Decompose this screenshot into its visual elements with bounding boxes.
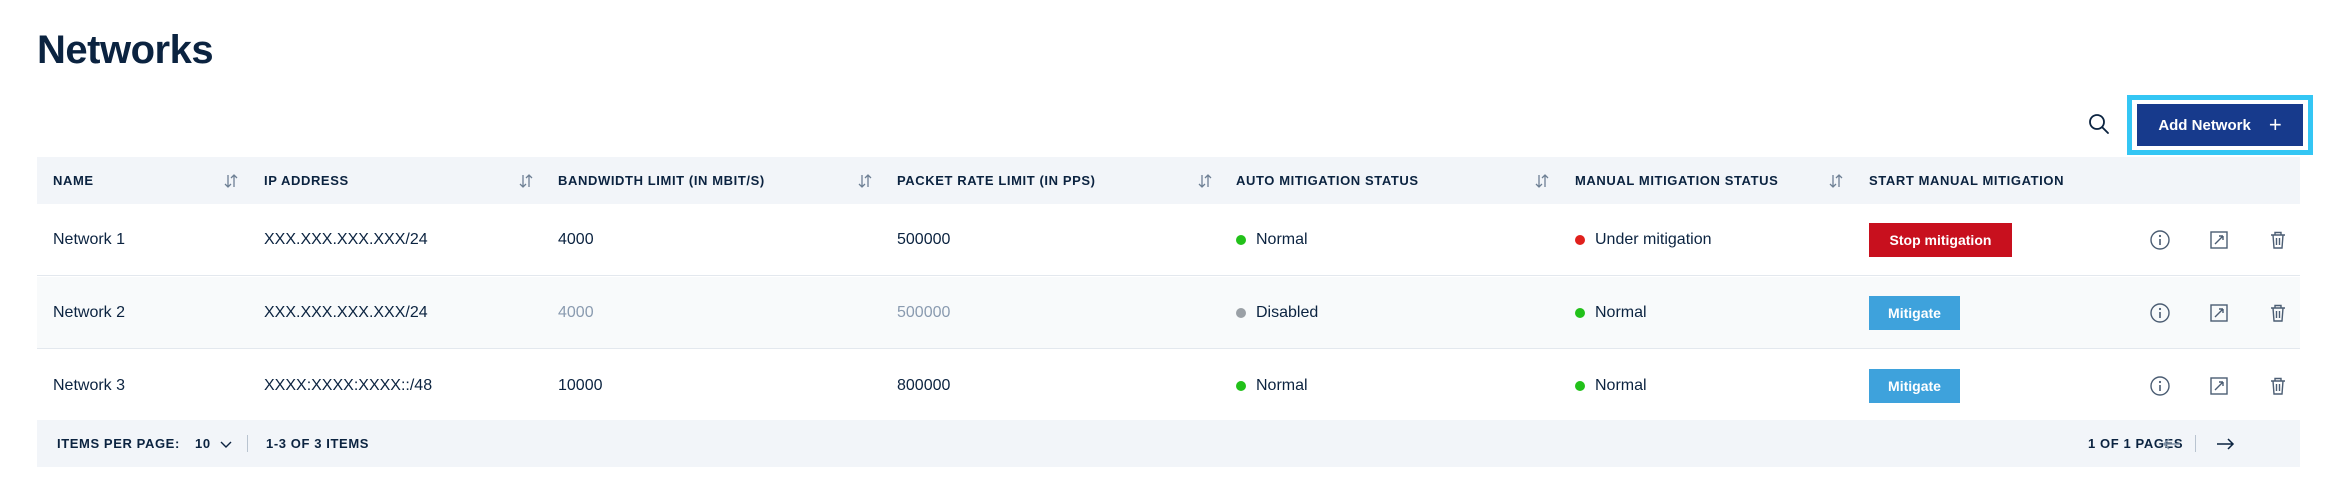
add-network-button[interactable]: Add Network + (2137, 104, 2303, 146)
status-dot (1575, 381, 1585, 391)
manual-mitigation-status: Normal (1575, 277, 1647, 349)
column-header-bandwidth[interactable]: BANDWIDTH LIMIT (IN MBIT/S) (558, 157, 765, 204)
network-name: Network 3 (53, 377, 126, 394)
info-icon[interactable] (2148, 228, 2172, 252)
items-per-page-select[interactable]: 10 (195, 420, 233, 467)
trash-icon[interactable] (2266, 228, 2290, 252)
auto-mitigation-status: Normal (1236, 350, 1308, 422)
divider (247, 435, 248, 452)
mitigate-button[interactable]: Mitigate (1869, 369, 1960, 403)
auto-mitigation-status: Normal (1236, 204, 1308, 276)
table-row: Network 2 XXX.XXX.XXX.XXX/24 4000 500000… (37, 277, 2300, 349)
bandwidth-limit: 10000 (558, 377, 603, 394)
sort-icon[interactable] (1534, 173, 1550, 189)
column-header-packet-rate[interactable]: PACKET RATE LIMIT (IN PPS) (897, 157, 1096, 204)
ip-address: XXXX:XXXX:XXXX::/48 (264, 377, 433, 394)
bandwidth-limit: 4000 (558, 304, 594, 321)
pagination-bar: ITEMS PER PAGE: 10 1-3 OF 3 ITEMS 1 OF 1… (37, 420, 2300, 467)
plus-icon: + (2268, 112, 2282, 137)
packet-rate-limit: 500000 (897, 304, 951, 321)
network-name: Network 2 (53, 304, 126, 321)
status-dot (1575, 308, 1585, 318)
next-page-button[interactable] (2215, 420, 2235, 467)
info-icon[interactable] (2148, 301, 2172, 325)
column-header-auto-mitigation[interactable]: AUTO MITIGATION STATUS (1236, 157, 1419, 204)
manual-mitigation-status: Under mitigation (1575, 204, 1712, 276)
packet-rate-limit: 800000 (897, 377, 951, 394)
column-header-manual-mitigation[interactable]: MANUAL MITIGATION STATUS (1575, 157, 1778, 204)
status-dot (1236, 308, 1246, 318)
sort-icon[interactable] (1828, 173, 1844, 189)
status-dot (1575, 235, 1585, 245)
previous-page-button[interactable] (2162, 420, 2182, 467)
ip-address: XXX.XXX.XXX.XXX/24 (264, 231, 428, 248)
bandwidth-limit: 4000 (558, 231, 594, 248)
auto-mitigation-status: Disabled (1236, 277, 1318, 349)
arrow-left-icon (2162, 437, 2180, 450)
packet-rate-limit: 500000 (897, 231, 951, 248)
chevron-down-icon (220, 441, 232, 448)
add-network-label: Add Network (2158, 116, 2251, 134)
status-dot (1236, 381, 1246, 391)
network-name: Network 1 (53, 231, 126, 248)
items-range: 1-3 OF 3 ITEMS (266, 436, 370, 451)
search-icon (2089, 114, 2109, 134)
trash-icon[interactable] (2266, 301, 2290, 325)
edit-icon[interactable] (2207, 374, 2231, 398)
arrow-right-icon (2217, 437, 2235, 450)
search-button[interactable] (2084, 109, 2114, 139)
edit-icon[interactable] (2207, 228, 2231, 252)
ip-address: XXX.XXX.XXX.XXX/24 (264, 304, 428, 321)
column-header-name[interactable]: NAME (53, 157, 94, 204)
sort-icon[interactable] (1197, 173, 1213, 189)
status-dot (1236, 235, 1246, 245)
sort-icon[interactable] (223, 173, 239, 189)
table-row: Network 3 XXXX:XXXX:XXXX::/48 10000 8000… (37, 350, 2300, 422)
table-row: Network 1 XXX.XXX.XXX.XXX/24 4000 500000… (37, 204, 2300, 276)
networks-table: NAME IP ADDRESS BANDWIDTH LIMIT (IN MBIT… (37, 157, 2300, 422)
page-title: Networks (37, 28, 214, 72)
edit-icon[interactable] (2207, 301, 2231, 325)
sort-icon[interactable] (857, 173, 873, 189)
info-icon[interactable] (2148, 374, 2172, 398)
manual-mitigation-status: Normal (1575, 350, 1647, 422)
stop-mitigation-button[interactable]: Stop mitigation (1869, 223, 2012, 257)
column-header-ip[interactable]: IP ADDRESS (264, 157, 349, 204)
sort-icon[interactable] (518, 173, 534, 189)
items-per-page-label: ITEMS PER PAGE: (57, 436, 180, 451)
divider (2195, 435, 2196, 452)
trash-icon[interactable] (2266, 374, 2290, 398)
mitigate-button[interactable]: Mitigate (1869, 296, 1960, 330)
column-header-start-manual-mitigation: START MANUAL MITIGATION (1869, 173, 2065, 188)
table-header: NAME IP ADDRESS BANDWIDTH LIMIT (IN MBIT… (37, 157, 2300, 204)
